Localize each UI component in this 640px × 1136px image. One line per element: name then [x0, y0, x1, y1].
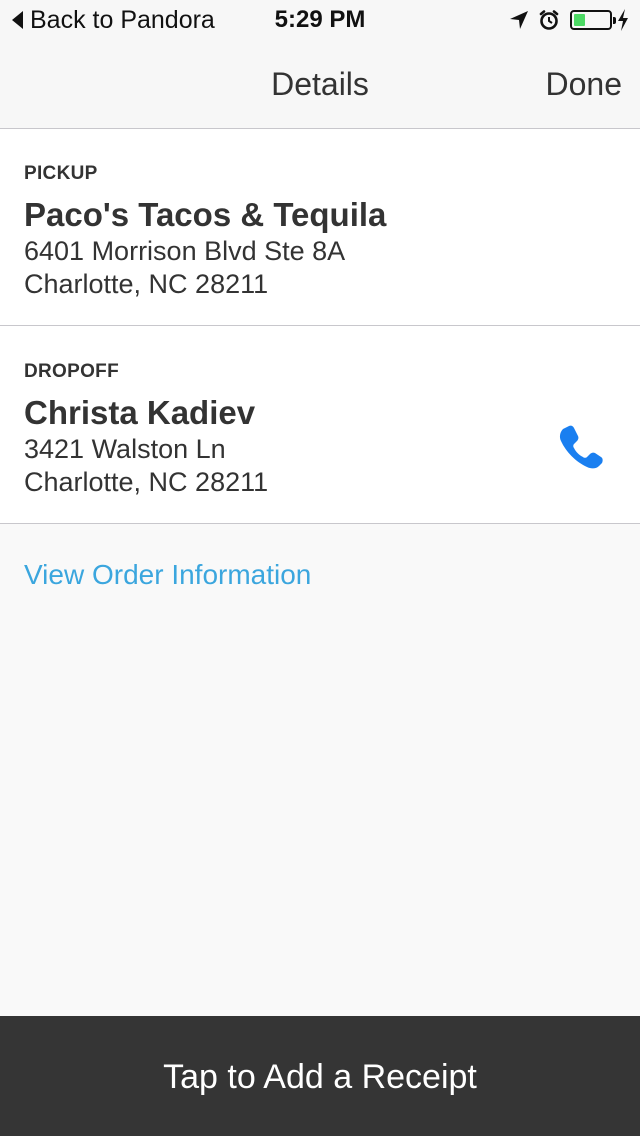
phone-icon — [559, 425, 603, 469]
dropoff-address-line1: 3421 Walston Ln — [24, 434, 226, 464]
status-icons — [508, 8, 630, 32]
dropoff-address-line2: Charlotte, NC 28211 — [24, 467, 269, 497]
status-bar: Back to Pandora 5:29 PM — [0, 0, 640, 40]
details-screen: Back to Pandora 5:29 PM Details Done PIC… — [0, 0, 640, 1136]
pickup-address-line1: 6401 Morrison Blvd Ste 8A — [24, 236, 346, 266]
dropoff-name: Christa Kadiev — [24, 394, 256, 431]
navigation-bar: Details Done — [0, 40, 640, 129]
call-customer-button[interactable] — [556, 423, 604, 471]
battery-tip — [613, 17, 616, 24]
add-receipt-button[interactable]: Tap to Add a Receipt — [0, 1016, 640, 1136]
page-title: Details — [271, 66, 369, 102]
dropoff-label: DROPOFF — [24, 361, 119, 382]
battery-icon — [570, 10, 616, 30]
location-arrow-icon — [508, 9, 530, 31]
add-receipt-label: Tap to Add a Receipt — [163, 1058, 477, 1096]
pickup-section: PICKUP Paco's Tacos & Tequila 6401 Morri… — [0, 129, 640, 326]
view-order-information-link[interactable]: View Order Information — [24, 559, 311, 591]
pickup-address-line2: Charlotte, NC 28211 — [24, 269, 269, 299]
dropoff-section: DROPOFF Christa Kadiev 3421 Walston Ln C… — [0, 326, 640, 524]
battery-level — [574, 14, 585, 26]
charging-bolt-icon — [616, 8, 630, 32]
pickup-label: PICKUP — [24, 163, 98, 184]
done-button[interactable]: Done — [546, 66, 623, 103]
pickup-name: Paco's Tacos & Tequila — [24, 196, 387, 233]
alarm-clock-icon — [538, 9, 560, 31]
